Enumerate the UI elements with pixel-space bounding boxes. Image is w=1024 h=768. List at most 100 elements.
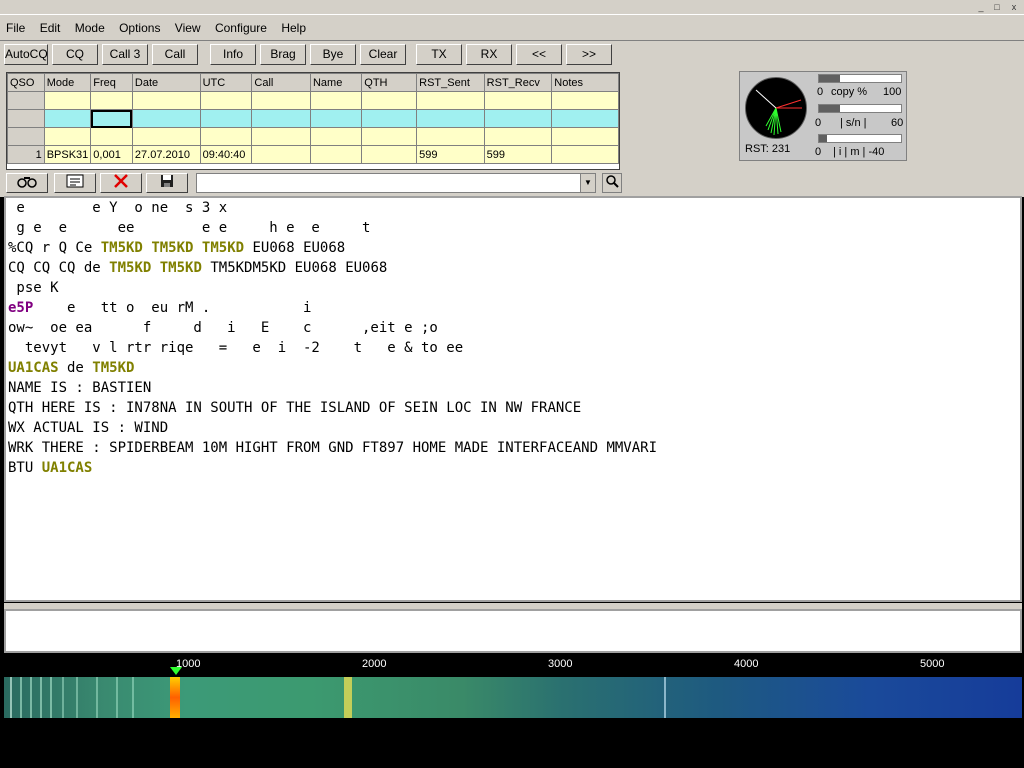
col-header-date[interactable]: Date — [131, 73, 201, 92]
floppy-icon[interactable] — [146, 173, 188, 193]
callsign-link[interactable]: UA1CAS — [8, 360, 59, 376]
table-cell[interactable]: BPSK31 — [43, 145, 92, 164]
table-row[interactable]: 1 BPSK31 0,001 27.07.2010 09:40:40 599 5… — [7, 145, 619, 164]
menu-file[interactable]: File — [0, 15, 30, 35]
row-header[interactable] — [7, 109, 45, 128]
magnifier-icon[interactable] — [602, 173, 622, 193]
table-cell[interactable] — [43, 91, 92, 110]
col-header-qso[interactable]: QSO — [7, 73, 45, 92]
callsign-link[interactable]: TM5KD — [101, 240, 143, 256]
col-header-utc[interactable]: UTC — [199, 73, 253, 92]
info-button[interactable]: Info — [210, 44, 256, 65]
table-cell[interactable] — [361, 127, 418, 146]
table-cell[interactable] — [361, 145, 418, 164]
table-cell[interactable] — [361, 91, 418, 110]
table-cell[interactable] — [43, 127, 92, 146]
table-row[interactable] — [7, 109, 619, 128]
callsign-link[interactable]: TM5KD — [92, 360, 134, 376]
table-cell[interactable] — [251, 91, 311, 110]
table-cell[interactable] — [309, 127, 363, 146]
table-cell[interactable] — [131, 109, 201, 128]
table-cell[interactable] — [551, 127, 619, 146]
clear-button[interactable]: Clear — [360, 44, 406, 65]
table-cell[interactable] — [361, 109, 418, 128]
table-cell[interactable] — [483, 91, 553, 110]
table-cell[interactable] — [551, 91, 619, 110]
table-cell[interactable]: 09:40:40 — [199, 145, 253, 164]
callsign-link[interactable]: TM5KD — [109, 260, 151, 276]
table-cell[interactable]: 599 — [416, 145, 485, 164]
table-cell[interactable] — [551, 145, 619, 164]
selected-cell[interactable] — [90, 109, 133, 128]
table-cell[interactable] — [551, 109, 619, 128]
table-cell[interactable] — [43, 109, 92, 128]
table-cell[interactable] — [199, 109, 253, 128]
col-header-freq[interactable]: Freq — [90, 73, 133, 92]
menu-view[interactable]: View — [169, 15, 206, 35]
callsign-link[interactable]: UA1CAS — [42, 460, 93, 476]
col-header-qth[interactable]: QTH — [361, 73, 418, 92]
search-combobox[interactable]: ▼ — [196, 173, 596, 193]
col-header-call[interactable]: Call — [251, 73, 311, 92]
receive-text-window[interactable]: e e Y o ne s 3 x g e e ee e e h e e t %CQ… — [4, 196, 1022, 602]
table-cell[interactable] — [90, 91, 133, 110]
menu-edit[interactable]: Edit — [34, 15, 66, 35]
menu-mode[interactable]: Mode — [69, 15, 110, 35]
form-icon[interactable] — [54, 173, 96, 193]
rx-button[interactable]: RX — [466, 44, 512, 65]
table-cell[interactable] — [309, 91, 363, 110]
row-header[interactable] — [7, 127, 45, 146]
table-cell[interactable]: 599 — [483, 145, 553, 164]
table-cell[interactable] — [483, 127, 553, 146]
col-header-name[interactable]: Name — [309, 73, 363, 92]
table-cell[interactable] — [251, 127, 311, 146]
cq-button[interactable]: CQ — [52, 44, 98, 65]
menu-configure[interactable]: Configure — [209, 15, 272, 35]
callsign-link[interactable]: TM5KD — [151, 240, 193, 256]
table-cell[interactable] — [416, 91, 485, 110]
table-cell[interactable] — [131, 127, 201, 146]
red-x-icon[interactable] — [100, 173, 142, 193]
col-header-rst-recv[interactable]: RST_Recv — [483, 73, 553, 92]
table-cell[interactable] — [199, 91, 253, 110]
table-cell[interactable]: 27.07.2010 — [131, 145, 201, 164]
bye-button[interactable]: Bye — [310, 44, 356, 65]
table-row[interactable] — [7, 91, 619, 110]
callsign-link[interactable]: TM5KD — [160, 260, 202, 276]
col-header-mode[interactable]: Mode — [43, 73, 92, 92]
call3-button[interactable]: Call 3 — [102, 44, 148, 65]
qso-log-grid[interactable]: QSO Mode Freq Date UTC Call Name QTH RST… — [6, 72, 620, 170]
chevron-down-icon[interactable]: ▼ — [580, 174, 595, 192]
binoculars-icon[interactable] — [6, 173, 48, 193]
table-cell[interactable] — [309, 145, 363, 164]
table-row[interactable] — [7, 127, 619, 146]
brag-button[interactable]: Brag — [260, 44, 306, 65]
col-header-rst-sent[interactable]: RST_Sent — [416, 73, 485, 92]
autocq-button[interactable]: AutoCQ — [4, 44, 48, 65]
table-cell[interactable] — [309, 109, 363, 128]
transmit-text-window[interactable] — [4, 609, 1022, 653]
menu-options[interactable]: Options — [113, 15, 165, 35]
col-header-notes[interactable]: Notes — [551, 73, 619, 92]
table-cell[interactable] — [199, 127, 253, 146]
next-button[interactable]: >> — [566, 44, 612, 65]
call-button[interactable]: Call — [152, 44, 198, 65]
table-cell[interactable] — [90, 127, 133, 146]
callsign-link[interactable]: TM5KD — [202, 240, 244, 256]
table-cell[interactable]: 0,001 — [90, 145, 133, 164]
row-header[interactable] — [7, 91, 45, 110]
table-cell[interactable] — [416, 127, 485, 146]
table-cell[interactable] — [483, 109, 553, 128]
waterfall-display[interactable] — [4, 677, 1022, 718]
maximize-button[interactable]: □ — [990, 2, 1004, 12]
tx-button[interactable]: TX — [416, 44, 462, 65]
table-cell[interactable] — [251, 145, 311, 164]
table-cell[interactable] — [416, 109, 485, 128]
row-header[interactable]: 1 — [7, 145, 45, 164]
menu-help[interactable]: Help — [275, 15, 311, 35]
close-button[interactable]: x — [1007, 2, 1021, 12]
table-cell[interactable] — [251, 109, 311, 128]
minimize-button[interactable]: _ — [974, 2, 988, 12]
table-cell[interactable] — [131, 91, 201, 110]
prev-button[interactable]: << — [516, 44, 562, 65]
